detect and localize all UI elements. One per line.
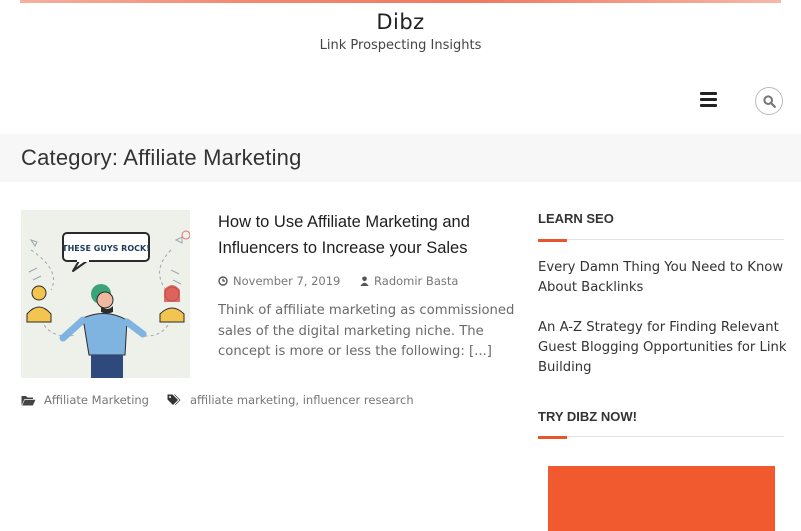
thumbnail-illustration: THESE GUYS ROCK! <box>21 210 190 378</box>
try-dibz-banner[interactable] <box>548 466 775 531</box>
widget-title-learn-seo: LEARN SEO <box>538 211 614 226</box>
search-icon <box>763 95 776 108</box>
post-footer: Affiliate Marketing affiliate marketing,… <box>21 393 414 407</box>
post-author[interactable]: Radomir Basta <box>360 274 458 288</box>
tags-group: affiliate marketing, influencer research <box>167 393 414 407</box>
category-link[interactable]: Affiliate Marketing <box>44 393 149 407</box>
widget-title-try-dibz: TRY DIBZ NOW! <box>538 409 637 424</box>
search-button[interactable] <box>755 87 783 115</box>
read-more-link[interactable]: [...] <box>469 344 492 359</box>
thumbnail-caption: THESE GUYS ROCK! <box>62 244 150 253</box>
site-title[interactable]: Dibz <box>0 10 801 34</box>
post-title-link[interactable]: How to Use Affiliate Marketing and Influ… <box>218 209 528 261</box>
post-thumbnail[interactable]: THESE GUYS ROCK! <box>21 210 190 378</box>
user-icon <box>360 276 369 286</box>
widget-divider-accent <box>538 436 567 439</box>
widget-divider <box>538 239 784 242</box>
post-date[interactable]: November 7, 2019 <box>218 274 340 288</box>
category-header-band: Category: Affiliate Marketing <box>0 134 801 182</box>
site-tagline: Link Prospecting Insights <box>319 38 482 53</box>
page-title: Category: Affiliate Marketing <box>21 145 302 170</box>
sidebar-link-guest-blogging[interactable]: An A-Z Strategy for Finding Relevant Gue… <box>538 318 788 378</box>
tag-separator: , <box>295 393 300 407</box>
post-excerpt: Think of affiliate marketing as commissi… <box>218 301 528 363</box>
top-accent-strip <box>0 0 801 3</box>
tag-link-influencer-research[interactable]: influencer research <box>303 393 414 407</box>
tag-link-affiliate-marketing[interactable]: affiliate marketing <box>190 393 295 407</box>
widget-divider-accent <box>538 239 567 242</box>
hamburger-icon[interactable] <box>700 92 717 107</box>
sidebar-link-backlinks[interactable]: Every Damn Thing You Need to Know About … <box>538 258 788 298</box>
post-author-text: Radomir Basta <box>374 274 459 288</box>
post-date-text: November 7, 2019 <box>233 274 341 288</box>
widget-divider <box>538 436 784 439</box>
tags-icon <box>167 394 181 405</box>
folder-icon <box>21 395 36 405</box>
post-meta: November 7, 2019 Radomir Basta <box>218 274 474 289</box>
clock-icon <box>218 276 228 286</box>
